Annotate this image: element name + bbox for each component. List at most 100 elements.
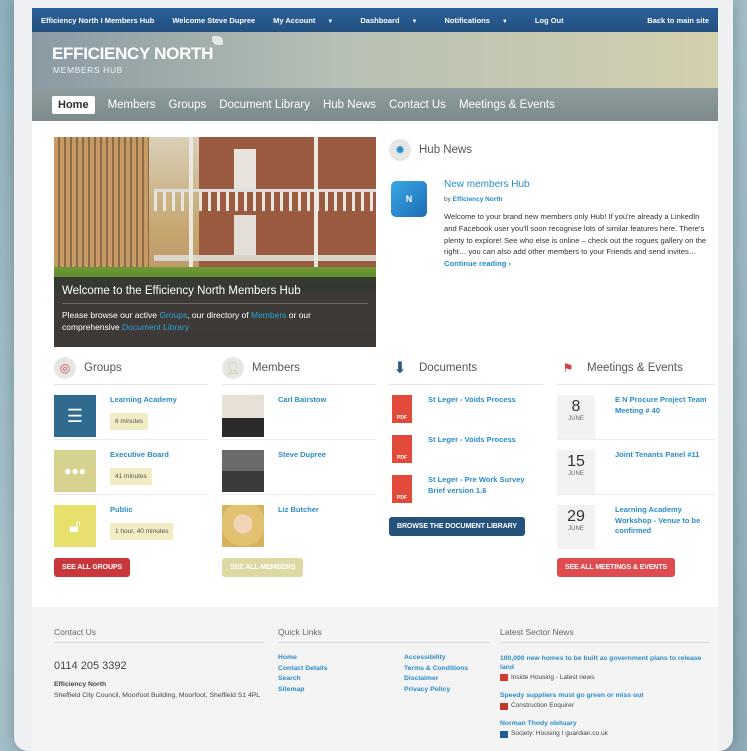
members-title: Members (252, 361, 300, 374)
footer-link-home[interactable]: Home (278, 653, 327, 664)
member-avatar[interactable] (222, 450, 264, 492)
document-name[interactable]: St Leger - Voids Process (428, 435, 516, 446)
event-month: JUNE (568, 471, 584, 477)
hero-image-door (234, 149, 256, 189)
events-heading: ⚑ Meetings & Events (557, 357, 715, 385)
group-activity-badge: 6 minutes (110, 412, 149, 430)
event-title[interactable]: Joint Tenants Panel #11 (615, 450, 699, 461)
guardian-icon (500, 730, 508, 738)
download-arrow-icon: ⬇ (393, 359, 407, 377)
sector-news-item: Norman Thody obituary Society: Housing I… (500, 720, 710, 738)
event-month: JUNE (568, 526, 584, 532)
group-item[interactable]: ●●● Executive Board 41 minutes (54, 440, 208, 495)
person-icon: 👤︎ (222, 356, 244, 379)
footer-org: Efficiency North (54, 681, 107, 688)
notifications-menu[interactable]: Notifications ▼ (436, 16, 526, 25)
member-item[interactable]: Liz Butcher (222, 495, 376, 550)
footer-address: Sheffield City Council, Moorfoot Buildin… (54, 692, 261, 699)
event-item[interactable]: 15 JUNE Joint Tenants Panel #11 (557, 440, 715, 495)
event-item[interactable]: 29 JUNE Learning Academy Workshop - Venue… (557, 495, 715, 550)
browse-document-library-button[interactable]: Browse the document library (389, 517, 525, 536)
footer-link-terms[interactable]: Terms & Conditions (404, 664, 468, 675)
member-avatar[interactable] (222, 505, 264, 547)
footer-link-search[interactable]: Search (278, 674, 327, 685)
member-name[interactable]: Liz Butcher (278, 505, 319, 516)
group-item[interactable]: 🔓︎ Public 1 hour, 40 minutes (54, 495, 208, 550)
groups-heading: ◎ Groups (54, 356, 208, 385)
nav-meetings-events[interactable]: Meetings & Events (459, 99, 555, 111)
nav-contact-us[interactable]: Contact Us (389, 99, 446, 111)
members-heading: 👤︎ Members (222, 356, 376, 385)
hub-news-title: Hub News (419, 144, 473, 156)
sector-news-title[interactable]: Norman Thody obituary (500, 720, 710, 729)
continue-reading-link[interactable]: Continue reading › (444, 259, 511, 268)
news-article-title[interactable]: New members Hub (444, 179, 530, 190)
event-date: 15 JUNE (557, 450, 595, 494)
document-item[interactable]: PDF St Leger - Pre Work Survey Brief ver… (389, 465, 543, 509)
welcome-text: Welcome Steve Dupree (172, 15, 256, 25)
document-item[interactable]: PDF St Leger - Voids Process (389, 385, 543, 425)
hero-image-door (234, 215, 256, 255)
footer-link-sitemap[interactable]: Sitemap (278, 685, 327, 696)
news-excerpt: Welcome to your brand new members only H… (444, 211, 710, 270)
back-to-main-site-link[interactable]: Back to main site (638, 16, 718, 25)
hero-members-link[interactable]: Members (251, 310, 286, 320)
footer-links-heading: Quick Links (278, 627, 490, 643)
member-name[interactable]: Steve Dupree (278, 450, 326, 461)
hero-image-slats (54, 137, 149, 287)
hero-text: Please browse our active Groups, our dir… (62, 310, 368, 334)
notifications-label: Notifications (444, 15, 490, 25)
meeting-table-icon: ●●● (54, 450, 96, 492)
site-name-link[interactable]: Efficiency North I Members Hub (32, 16, 163, 25)
footer-link-privacy[interactable]: Privacy Policy (404, 685, 468, 696)
see-all-events-button[interactable]: See all meetings & events (557, 558, 676, 577)
chevron-down-icon: ▼ (327, 18, 334, 25)
pdf-icon: PDF (392, 395, 412, 423)
members-column: 👤︎ Members Carl Bairstow Steve Dupree Li… (222, 356, 376, 577)
event-title[interactable]: Learning Academy Workshop - Venue to be … (615, 505, 715, 537)
group-item[interactable]: ☰ Learning Academy 6 minutes (54, 385, 208, 440)
document-item[interactable]: PDF St Leger - Voids Process (389, 425, 543, 465)
see-all-groups-button[interactable]: See all groups (54, 558, 131, 577)
member-name[interactable]: Carl Bairstow (278, 395, 326, 406)
footer-link-disclaimer[interactable]: Disclaimer (404, 674, 468, 685)
footer-link-accessibility[interactable]: Accessibility (404, 653, 468, 664)
group-name[interactable]: Public (110, 505, 173, 516)
nav-members[interactable]: Members (108, 99, 156, 111)
hero-groups-link[interactable]: Groups (159, 310, 187, 320)
news-author-link[interactable]: Efficiency North (453, 196, 503, 203)
sector-news-source: Society: Housing I guardian.co.uk (511, 729, 608, 737)
dashboard-menu[interactable]: Dashboard ▼ (351, 16, 435, 25)
member-item[interactable]: Carl Bairstow (222, 385, 376, 440)
news-thumbnail[interactable]: N (391, 181, 427, 217)
sector-news-title[interactable]: Speedy suppliers must go green or miss o… (500, 692, 710, 701)
group-activity-badge: 1 hour, 40 minutes (110, 522, 174, 540)
logout-link[interactable]: Log Out (526, 16, 573, 25)
footer-link-contact-details[interactable]: Contact Details (278, 664, 327, 675)
sector-news-source: Construction Enquirer (511, 701, 574, 709)
event-date: 29 JUNE (557, 505, 595, 549)
hero-image-post (314, 137, 318, 277)
nav-document-library[interactable]: Document Library (219, 99, 310, 111)
document-name[interactable]: St Leger - Voids Process (428, 395, 516, 406)
documents-column: ⬇ Documents PDF St Leger - Voids Process… (389, 357, 543, 536)
logo-title[interactable]: EFFICIENCY NORTH (52, 44, 213, 64)
member-avatar[interactable] (222, 395, 264, 437)
nav-home[interactable]: Home (52, 95, 95, 114)
news-byline-prefix: by (444, 196, 453, 203)
event-item[interactable]: 8 JUNE E N Procure Project Team Meeting #… (557, 385, 715, 440)
member-item[interactable]: Steve Dupree (222, 440, 376, 495)
group-name[interactable]: Executive Board (110, 450, 169, 461)
event-day: 15 (567, 453, 585, 470)
group-name[interactable]: Learning Academy (110, 395, 177, 406)
see-all-members-button[interactable]: See all members (222, 558, 304, 577)
document-name[interactable]: St Leger - Pre Work Survey Brief version… (428, 475, 543, 496)
sector-news-title[interactable]: 100,000 new homes to be built as governm… (500, 655, 710, 673)
hero-library-link[interactable]: Document Library (122, 322, 189, 332)
event-month: JUNE (568, 416, 584, 422)
main-nav: Home Members Groups Document Library Hub… (32, 88, 718, 121)
nav-hub-news[interactable]: Hub News (323, 99, 376, 111)
nav-groups[interactable]: Groups (169, 99, 207, 111)
my-account-menu[interactable]: My Account ▼ (264, 16, 351, 25)
event-title[interactable]: E N Procure Project Team Meeting # 40 (615, 395, 715, 416)
